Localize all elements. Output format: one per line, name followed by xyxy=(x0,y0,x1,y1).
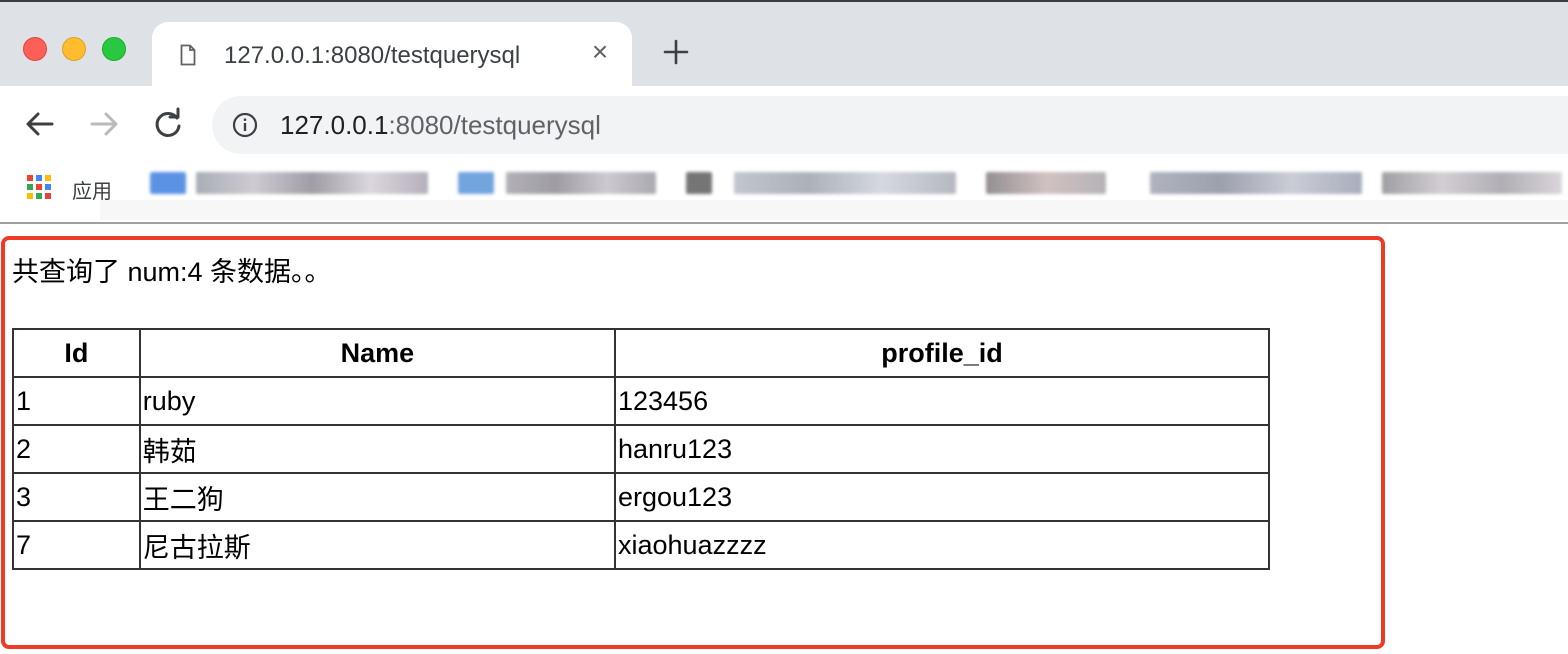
blurred-bookmark-4[interactable] xyxy=(506,172,656,194)
cell-id: 3 xyxy=(12,472,141,522)
browser-tab-active[interactable]: 127.0.0.1:8080/testquerysql × xyxy=(152,22,632,88)
bookmarks-bar-fade xyxy=(100,200,1568,220)
page-content: 共查询了 num:4 条数据。。 Id Name profile_id 1 ru… xyxy=(0,224,1568,654)
new-tab-plus-icon[interactable] xyxy=(662,38,690,66)
cell-profile-id: hanru123 xyxy=(613,424,1271,474)
cell-profile-id: ergou123 xyxy=(613,472,1271,522)
table-row: 1 ruby 123456 xyxy=(12,376,1271,426)
url-host: 127.0.0.1 xyxy=(280,110,389,140)
reload-icon[interactable] xyxy=(150,106,186,142)
cell-id: 1 xyxy=(12,376,141,426)
back-arrow-icon[interactable] xyxy=(22,106,58,142)
table-row: 2 韩茹 hanru123 xyxy=(12,424,1271,474)
cell-id: 2 xyxy=(12,424,141,474)
cell-profile-id: 123456 xyxy=(613,376,1271,426)
results-table: Id Name profile_id 1 ruby 123456 2 韩茹 ha… xyxy=(12,328,1271,570)
tab-strip: 127.0.0.1:8080/testquerysql × xyxy=(0,0,1568,88)
cell-profile-id: xiaohuazzzz xyxy=(613,520,1271,570)
address-bar[interactable]: 127.0.0.1:8080/testquerysql xyxy=(212,96,1568,154)
browser-window: 127.0.0.1:8080/testquerysql × 127.0.0.1:… xyxy=(0,0,1568,654)
document-icon xyxy=(180,44,196,66)
zoom-window-button[interactable] xyxy=(102,37,126,61)
blurred-bookmark-7[interactable] xyxy=(986,172,1106,194)
table-row: 7 尼古拉斯 xiaohuazzzz xyxy=(12,520,1271,570)
cell-name: 尼古拉斯 xyxy=(138,520,616,570)
column-header-name: Name xyxy=(138,328,616,378)
blurred-bookmark-3[interactable] xyxy=(458,172,494,194)
cell-name: 王二狗 xyxy=(138,472,616,522)
blurred-bookmark-5[interactable] xyxy=(686,172,712,194)
column-header-id: Id xyxy=(12,328,141,378)
close-window-button[interactable] xyxy=(23,37,47,61)
apps-grid-icon[interactable] xyxy=(26,174,52,200)
browser-toolbar: 127.0.0.1:8080/testquerysql xyxy=(0,86,1568,166)
table-header-row: Id Name profile_id xyxy=(12,328,1271,378)
cell-name: ruby xyxy=(138,376,616,426)
forward-arrow-icon[interactable] xyxy=(86,106,122,142)
url-text[interactable]: 127.0.0.1:8080/testquerysql xyxy=(280,110,601,141)
minimize-window-button[interactable] xyxy=(62,37,86,61)
blurred-bookmark-2[interactable] xyxy=(196,172,428,194)
info-icon[interactable] xyxy=(232,112,258,138)
query-summary-text: 共查询了 num:4 条数据。。 xyxy=(12,257,332,287)
blurred-bookmark-9[interactable] xyxy=(1382,172,1562,194)
cell-name: 韩茹 xyxy=(138,424,616,474)
url-path: :8080/testquerysql xyxy=(388,110,601,140)
cell-id: 7 xyxy=(12,520,141,570)
column-header-profile-id: profile_id xyxy=(613,328,1271,378)
tab-close-icon[interactable]: × xyxy=(588,38,612,66)
blurred-bookmark-1[interactable] xyxy=(150,172,186,194)
bookmarks-bar: 应用 xyxy=(0,166,1568,224)
table-row: 3 王二狗 ergou123 xyxy=(12,472,1271,522)
blurred-bookmark-8[interactable] xyxy=(1150,172,1362,194)
blurred-bookmark-6[interactable] xyxy=(734,172,956,194)
tab-title: 127.0.0.1:8080/testquerysql xyxy=(224,42,521,69)
